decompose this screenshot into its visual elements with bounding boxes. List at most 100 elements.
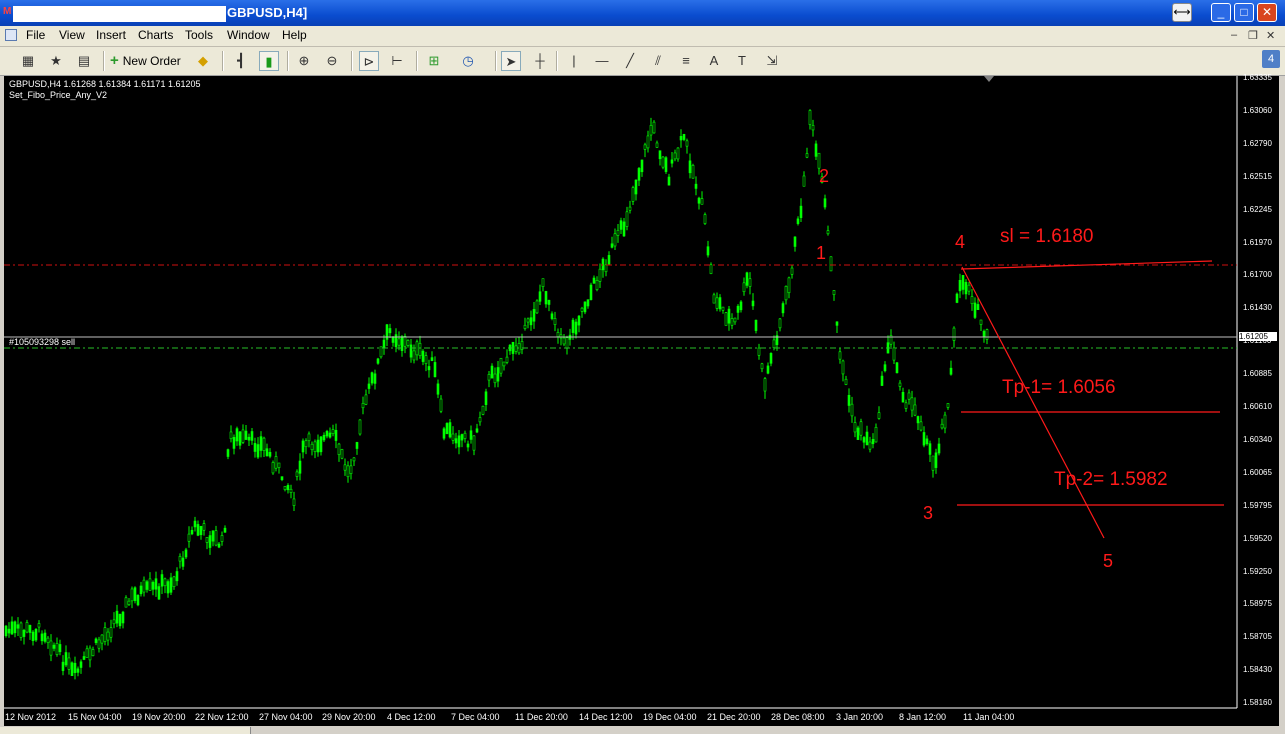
candle-body [661,156,665,168]
badge-count[interactable]: 4 [1262,50,1280,68]
menu-view[interactable]: View [59,28,85,42]
text-label-icon[interactable]: T [732,51,752,71]
candle-body [913,404,917,416]
mdi-minimize-button[interactable]: – [1231,29,1237,41]
candle-body [745,272,749,286]
candle-body [565,337,569,349]
arrows-icon[interactable]: ⇲ [762,51,782,71]
text-icon[interactable]: A [704,51,724,71]
candle-body [37,623,41,628]
candle-body [220,535,224,542]
horizontal-line-icon[interactable]: — [592,51,612,71]
candle-body [448,422,452,438]
chart-shift-icon[interactable]: ⊢ [387,51,407,71]
candle-body [502,361,506,367]
menu-file[interactable]: File [26,28,45,42]
close-button[interactable]: ✕ [1257,3,1277,22]
crosshair-icon[interactable]: ┼ [530,51,550,71]
candlestick-icon[interactable]: ▮ [259,51,279,71]
chart-area[interactable]: GBPUSD,H4 1.61268 1.61384 1.61171 1.6120… [4,73,1279,726]
wave-3-label: 3 [923,503,934,523]
candle-body [862,437,866,443]
maximize-button[interactable]: □ [1234,3,1254,22]
candle-body [316,439,320,453]
candle-body [487,374,491,381]
candle-body [406,340,410,346]
vertical-line-icon[interactable]: | [564,51,584,71]
price-label: 1.60065 [1243,467,1272,477]
candle-body [592,277,596,284]
minimize-button[interactable]: _ [1211,3,1231,22]
candle-body [922,432,926,446]
menu-help[interactable]: Help [282,28,307,42]
document-icon[interactable] [5,29,17,41]
candle-body [106,631,110,641]
resize-icon[interactable]: ⟷ [1172,3,1192,22]
candle-body [334,430,338,441]
candle-body [799,205,803,218]
new-chart-icon[interactable]: ▦ [18,51,38,71]
candle-body [7,628,11,634]
candle-body [868,441,872,450]
candle-body [811,125,815,131]
candle-body [103,627,107,642]
trendline-icon[interactable]: ╱ [620,51,640,71]
auto-scroll-icon[interactable]: ⊳ [359,51,379,71]
periods-icon[interactable]: ◷ [458,51,478,71]
candle-body [364,394,368,405]
time-label: 4 Dec 12:00 [387,712,436,722]
bar-chart-icon[interactable]: ┫ [231,51,251,71]
candle-body [655,142,659,148]
candle-body [229,431,233,440]
menu-window[interactable]: Window [227,28,270,42]
equidistant-channel-icon[interactable]: ⫽ [648,51,668,71]
candle-body [85,648,89,658]
candle-body [541,278,545,287]
price-label: 1.59795 [1243,500,1272,510]
zoom-in-icon[interactable]: ⊕ [294,51,314,71]
profiles-icon[interactable]: ★ [46,51,66,71]
candle-body [61,661,65,671]
mdi-close-button[interactable]: ✕ [1266,29,1275,42]
mdi-restore-button[interactable]: ❐ [1248,29,1258,42]
candle-body [607,255,611,265]
candle-body [91,649,95,657]
candle-body [676,147,680,160]
menu-charts[interactable]: Charts [138,28,173,42]
candle-body [256,444,260,458]
candle-body [187,533,191,542]
candle-body [616,229,620,236]
autotrading-icon[interactable]: ◆ [193,51,213,71]
time-label: 12 Nov 2012 [5,712,57,722]
indicators-icon[interactable]: ⊞ [424,51,444,71]
zoom-out-icon[interactable]: ⊖ [322,51,342,71]
candle-body [391,337,395,343]
candle-body [556,332,560,337]
candle-body [466,443,470,448]
candle-body [73,662,77,673]
candle-body [343,464,347,471]
candle-body [706,246,710,256]
cursor-icon[interactable]: ➤ [501,51,521,71]
candle-body [865,431,869,446]
status-tab[interactable] [0,727,251,734]
new-order-button[interactable]: + New Order [110,51,181,71]
title-bar: M GBPUSD,H4] ⟷ _ □ ✕ [0,0,1285,26]
candle-body [94,638,98,644]
candle-body [40,633,44,642]
wave-1-label: 1 [816,243,827,263]
candle-body [595,280,599,290]
time-label: 8 Jan 12:00 [899,712,947,722]
time-label: 11 Jan 04:00 [963,712,1015,722]
candle-body [475,428,479,433]
wave-5-label: 5 [1103,551,1114,571]
candle-body [895,362,899,374]
menu-tools[interactable]: Tools [185,28,213,42]
candle-body [295,471,299,477]
fibonacci-icon[interactable]: ≡ [676,51,696,71]
price-label: 1.63060 [1243,105,1272,115]
candle-body [43,632,47,642]
candle-body [130,588,134,602]
market-watch-icon[interactable]: ▤ [74,51,94,71]
menu-insert[interactable]: Insert [96,28,126,42]
